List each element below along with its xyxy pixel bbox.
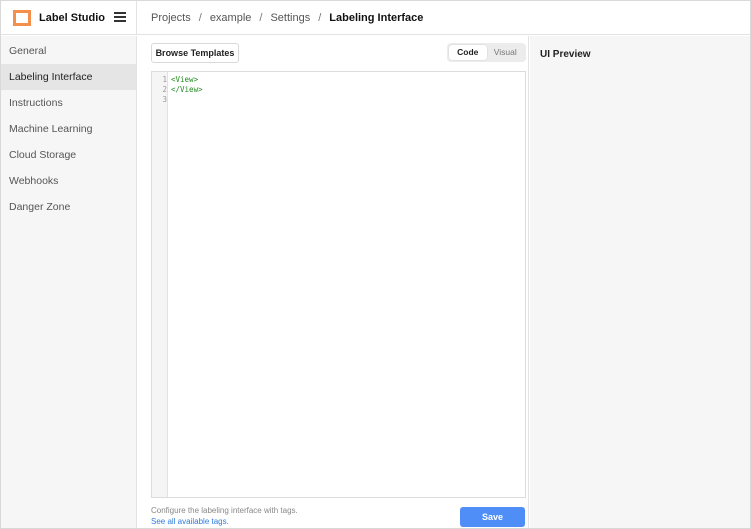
breadcrumb-settings[interactable]: Settings (270, 12, 310, 24)
sidebar-item-danger-zone[interactable]: Danger Zone (1, 194, 136, 220)
save-button[interactable]: Save (460, 507, 525, 527)
breadcrumb-separator: / (198, 11, 202, 24)
code-line: </View> (171, 85, 203, 94)
breadcrumb-projects[interactable]: Projects (151, 12, 191, 24)
line-number: 3 (162, 95, 167, 104)
app-window: Label Studio Projects / example / Settin… (0, 0, 751, 529)
sidebar-item-instructions[interactable]: Instructions (1, 90, 136, 116)
top-header: Label Studio Projects / example / Settin… (1, 0, 750, 35)
code-line: <View> (171, 75, 199, 84)
sidebar-item-webhooks[interactable]: Webhooks (1, 168, 136, 194)
breadcrumb-separator: / (259, 11, 263, 24)
preview-title: UI Preview (540, 49, 591, 60)
label-studio-logo-icon (13, 9, 31, 26)
browse-templates-button[interactable]: Browse Templates (151, 43, 239, 63)
settings-sidebar: General Labeling Interface Instructions … (1, 36, 137, 528)
tab-code[interactable]: Code (449, 45, 487, 60)
app-name: Label Studio (39, 11, 105, 24)
line-number: 1 (162, 75, 167, 84)
available-tags-link[interactable]: See all available tags. (151, 517, 229, 526)
brand-area: Label Studio (1, 0, 137, 35)
editor-mode-toggle: Code Visual (447, 43, 526, 62)
config-editor-panel: Browse Templates Code Visual 1 <View> 2 … (138, 36, 529, 528)
breadcrumb-current: Labeling Interface (329, 11, 424, 24)
ui-preview-panel: UI Preview (530, 36, 750, 528)
tab-visual[interactable]: Visual (487, 45, 525, 60)
sidebar-item-cloud-storage[interactable]: Cloud Storage (1, 142, 136, 168)
line-number: 2 (162, 85, 167, 94)
sidebar-item-general[interactable]: General (1, 38, 136, 64)
menu-hamburger-icon[interactable] (114, 11, 126, 22)
sidebar-item-labeling-interface[interactable]: Labeling Interface (1, 64, 136, 90)
sidebar-item-machine-learning[interactable]: Machine Learning (1, 116, 136, 142)
breadcrumb-separator: / (318, 11, 322, 24)
breadcrumb: Projects / example / Settings / Labeling… (137, 12, 423, 24)
line-number-gutter (152, 72, 168, 497)
config-hint-text: Configure the labeling interface with ta… (151, 506, 298, 515)
code-editor[interactable]: 1 <View> 2 </View> 3 (151, 71, 526, 498)
breadcrumb-project-example[interactable]: example (210, 12, 252, 24)
